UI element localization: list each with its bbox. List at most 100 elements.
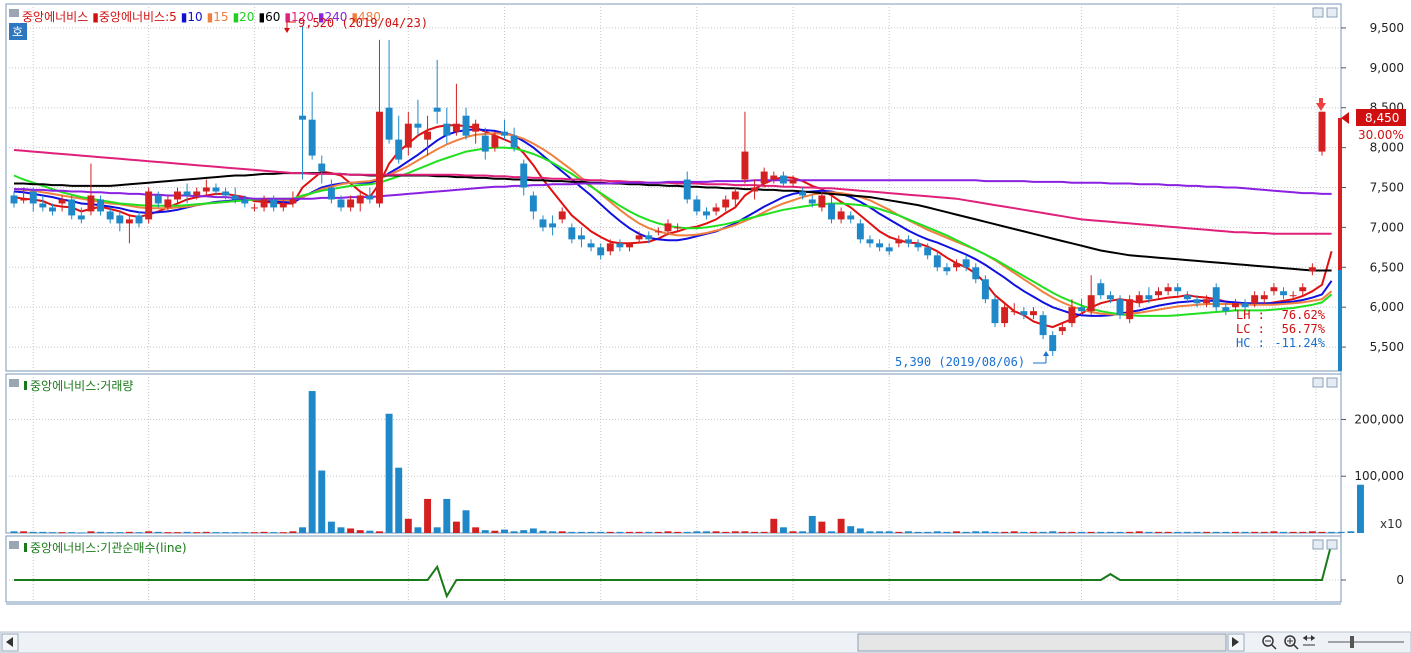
stat-label: LH : (1236, 308, 1265, 322)
volume-bar (1155, 531, 1162, 533)
volume-bar (760, 531, 768, 533)
volume-bar (895, 531, 903, 533)
price-tick-label: 6,500 (1370, 260, 1404, 274)
volume-bar (616, 531, 624, 533)
volume-tick-label: 100,000 (1354, 469, 1404, 483)
price-legend-item: 중앙에너비스:5 (99, 10, 177, 24)
scrollbar-thumb[interactable] (857, 633, 1227, 652)
volume-bar (1135, 531, 1143, 533)
volume-bar (1328, 531, 1336, 533)
volume-bar (1193, 531, 1201, 533)
stat-label: LC : (1236, 322, 1265, 336)
volume-bar (972, 531, 980, 533)
volume-bar (779, 527, 787, 533)
volume-bar (549, 531, 557, 533)
volume-bar (491, 530, 499, 533)
price-tick-label: 9,000 (1370, 61, 1404, 75)
volume-bar (577, 531, 585, 533)
volume-bar (635, 531, 643, 533)
volume-bar (404, 518, 412, 533)
institution-panel-toggle-icon[interactable] (9, 541, 19, 549)
volume-bar (1308, 531, 1316, 533)
volume-bar (222, 532, 230, 534)
candle (991, 295, 999, 328)
volume-bar (914, 531, 922, 533)
chart-canvas: 5,5006,0006,5007,0007,5008,0008,5009,000… (0, 3, 1411, 653)
volume-bar (164, 532, 172, 534)
volume-bar (981, 531, 989, 533)
volume-bar (1357, 484, 1364, 533)
volume-bar (347, 528, 355, 533)
price-legend-item: 10 (187, 10, 202, 24)
volume-bar (279, 532, 287, 534)
volume-bar (356, 530, 364, 533)
volume-bar (837, 518, 845, 533)
volume-bar (1001, 531, 1009, 533)
volume-bar (231, 532, 239, 534)
volume-bar (299, 527, 306, 533)
volume-multiplier: x10 (1380, 517, 1402, 531)
candle (1318, 111, 1326, 156)
volume-bar (1049, 531, 1057, 533)
volume-bar (20, 531, 28, 533)
volume-bar (452, 521, 460, 533)
volume-bar (1039, 531, 1047, 533)
volume-bar (1337, 531, 1345, 533)
price-legend-item: 60 (265, 10, 280, 24)
volume-bar (693, 531, 701, 533)
price-panel-toggle-icon[interactable] (9, 9, 19, 17)
volume-bar (1116, 531, 1124, 533)
volume-bar (818, 521, 826, 533)
volume-bar (703, 531, 710, 533)
volume-bar (443, 498, 451, 533)
volume-bar (145, 531, 153, 533)
volume-bar (433, 527, 441, 533)
volume-bar (472, 527, 480, 533)
volume-bar (1289, 531, 1297, 533)
stat-value: 56.77% (1282, 322, 1326, 336)
low-annotation: 5,390 (2019/08/06) (895, 355, 1025, 369)
volume-bar (481, 530, 489, 533)
volume-bar (962, 531, 970, 533)
volume-bar (664, 531, 672, 533)
stats-box: LH : 76.62% LC : 56.77% HC : -11.24% (1236, 308, 1326, 350)
volume-bar (1078, 531, 1086, 533)
institution-legend: 중앙에너비스:기관순매수(line) (30, 541, 187, 555)
candle (145, 187, 153, 224)
volume-panel-toggle-icon[interactable] (9, 379, 19, 387)
volume-bar (462, 510, 470, 533)
volume-panel (5, 373, 1342, 534)
volume-bar (260, 531, 268, 533)
volume-bar (29, 531, 37, 533)
volume-bar (1058, 531, 1066, 533)
volume-bar (789, 531, 797, 533)
volume-bar (414, 527, 422, 533)
volume-bar (1174, 531, 1182, 533)
volume-bar (125, 531, 133, 533)
volume-bar (395, 467, 403, 533)
volume-bar (154, 531, 162, 533)
volume-bar (87, 531, 95, 533)
volume-bar (1010, 531, 1018, 533)
volume-bar (568, 531, 576, 533)
volume-bar (866, 531, 874, 533)
volume-bar (933, 531, 941, 533)
volume-bar (799, 531, 807, 533)
volume-bar (722, 531, 730, 533)
current-price: 8,450 (1365, 111, 1399, 125)
volume-bar (68, 532, 76, 534)
stat-label: HC : (1236, 336, 1265, 350)
volume-bar (174, 532, 181, 534)
volume-bar (308, 391, 316, 533)
candle (981, 275, 989, 304)
volume-bar (212, 532, 220, 534)
volume-bar (183, 531, 191, 533)
volume-bar (520, 530, 528, 533)
volume-bar (1183, 531, 1191, 533)
volume-bar (1087, 531, 1095, 533)
price-tick-label: 7,000 (1370, 220, 1404, 234)
volume-bar (241, 532, 249, 534)
stock-chart-window: 5,500 6,000 6,500 7,000 7,500 8,000 8,500 9,000… (0, 0, 1411, 653)
volume-bar (847, 526, 855, 533)
price-badge: 호 (12, 25, 23, 39)
